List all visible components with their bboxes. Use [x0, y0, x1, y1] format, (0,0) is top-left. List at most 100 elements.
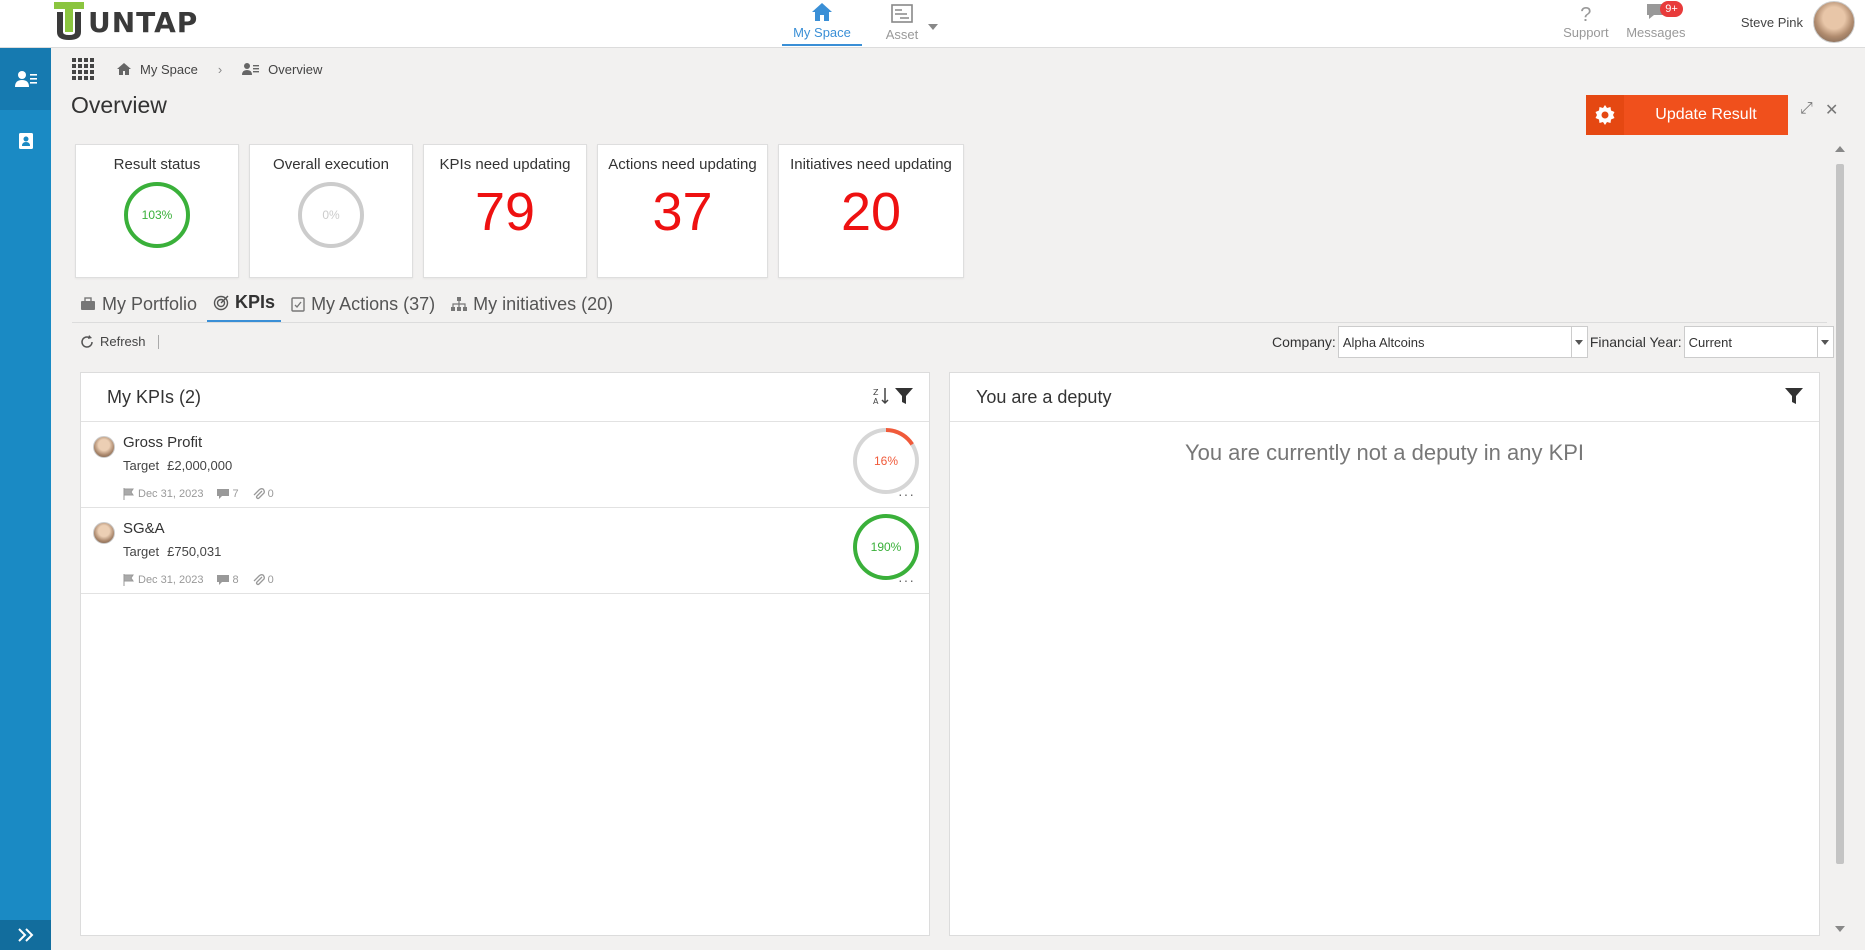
- chevron-down-icon: [1570, 327, 1587, 357]
- stat-card-overall-execution[interactable]: Overall execution 0%: [249, 144, 413, 278]
- deputy-empty-message: You are currently not a deputy in any KP…: [1184, 440, 1585, 465]
- kpi-meta: Dec 31, 2023 8 0: [123, 574, 274, 586]
- svg-text:A: A: [873, 397, 879, 405]
- refresh-button[interactable]: Refresh: [80, 334, 146, 349]
- tab-my-actions-label: My Actions (37): [311, 293, 436, 314]
- messages-badge: 9+: [1660, 1, 1683, 17]
- toolbar: Refresh: [80, 334, 159, 349]
- kpi-progress-ring: 190%: [853, 514, 919, 580]
- close-icon[interactable]: ✕: [1825, 100, 1838, 120]
- kpi-list-item[interactable]: Gross Profit Target £2,000,000 Dec 31, 20…: [81, 422, 929, 508]
- kpi-meta: Dec 31, 2023 7 0: [123, 488, 274, 500]
- user-name[interactable]: Steve Pink: [1741, 15, 1803, 30]
- scroll-up-icon[interactable]: [1835, 146, 1845, 152]
- stat-title: Initiatives need updating: [790, 156, 952, 173]
- company-select[interactable]: Alpha Altcoins: [1337, 326, 1588, 358]
- nav-asset[interactable]: Asset: [862, 0, 942, 46]
- nav-my-space[interactable]: My Space: [782, 0, 862, 46]
- logo-mark-icon: [54, 2, 84, 42]
- result-status-value: 103%: [141, 208, 173, 222]
- filter-icon[interactable]: [895, 387, 913, 410]
- update-result-label: Update Result: [1655, 106, 1757, 123]
- financial-year-value: Current: [1688, 334, 1733, 350]
- tab-my-portfolio[interactable]: My Portfolio: [74, 290, 203, 323]
- kpi-due-date: Dec 31, 2023: [138, 488, 204, 500]
- stat-card-actions-need-updating[interactable]: Actions need updating 37: [597, 144, 768, 278]
- owner-avatar: [93, 522, 115, 544]
- sidebar-item-contacts[interactable]: [0, 110, 51, 172]
- expand-icon[interactable]: ⤢: [1800, 100, 1813, 118]
- financial-year-select[interactable]: Current: [1683, 326, 1834, 358]
- messages-button[interactable]: Messages 9+: [1621, 0, 1691, 46]
- kpis-need-updating-count: 79: [474, 182, 536, 242]
- tab-kpis[interactable]: KPIs: [207, 290, 282, 323]
- tab-my-initiatives[interactable]: My initiatives (20): [445, 290, 619, 323]
- filter-icon[interactable]: [1785, 387, 1803, 410]
- more-options-icon[interactable]: ···: [898, 486, 915, 502]
- result-status-ring: 103%: [124, 182, 190, 248]
- kpi-target-value: £750,031: [167, 544, 222, 559]
- kpi-target-value: £2,000,000: [167, 458, 233, 473]
- tab-bar: My Portfolio KPIs My Actions (37) My ini…: [74, 290, 623, 323]
- double-chevron-right-icon: [17, 928, 33, 942]
- scroll-down-icon[interactable]: [1835, 926, 1845, 932]
- kpi-comment-count: 7: [232, 488, 239, 500]
- app-grid-icon[interactable]: [72, 58, 94, 80]
- company-label: Company:: [1272, 334, 1336, 350]
- kpi-progress-value: 16%: [873, 454, 899, 468]
- chevron-right-icon: ›: [217, 61, 223, 77]
- breadcrumb-home[interactable]: My Space: [116, 62, 198, 77]
- comment-icon: [217, 488, 230, 499]
- filters: Company: Alpha Altcoins Financial Year: …: [1272, 326, 1834, 358]
- kpi-progress-inner: 190%: [857, 518, 915, 576]
- actions-need-updating-count: 37: [652, 182, 713, 242]
- owner-avatar: [93, 436, 115, 458]
- deputy-header: You are a deputy: [950, 373, 1819, 422]
- gear-icon: [1586, 95, 1624, 135]
- stat-card-kpis-need-updating[interactable]: KPIs need updating 79: [423, 144, 587, 278]
- my-kpis-title: My KPIs (2): [107, 386, 202, 407]
- paperclip-icon: [253, 488, 265, 500]
- kpi-name[interactable]: Gross Profit: [123, 434, 202, 451]
- update-result-button[interactable]: Update Result: [1586, 95, 1788, 135]
- home-icon: [117, 63, 131, 75]
- kpi-target: Target £2,000,000: [123, 458, 232, 473]
- contact-card-icon: [18, 133, 33, 149]
- kpi-progress-value: 190%: [870, 540, 902, 554]
- stat-title: KPIs need updating: [439, 156, 571, 173]
- tab-my-actions[interactable]: My Actions (37): [285, 290, 441, 323]
- kpi-name[interactable]: SG&A: [123, 520, 165, 537]
- breadcrumb-current: Overview: [242, 62, 322, 77]
- nav-my-space-label: My Space: [793, 25, 851, 40]
- nav-asset-label: Asset: [885, 27, 919, 42]
- deputy-panel: You are a deputy You are currently not a…: [949, 372, 1820, 936]
- page-scrollbar[interactable]: [1834, 144, 1846, 934]
- paperclip-icon: [253, 574, 265, 586]
- support-button[interactable]: ? Support: [1551, 0, 1621, 46]
- scrollbar-thumb[interactable]: [1836, 164, 1844, 864]
- stat-card-result-status[interactable]: Result status 103%: [75, 144, 239, 278]
- user-avatar[interactable]: [1813, 1, 1855, 43]
- kpi-list-item[interactable]: SG&A Target £750,031 Dec 31, 2023 8 0 190…: [81, 508, 929, 594]
- my-kpis-panel: My KPIs (2) ZA Gross Profit Target £2,000…: [80, 372, 930, 936]
- svg-text:Z: Z: [873, 388, 879, 397]
- top-right-utilities: ? Support Messages 9+ Steve Pink: [1551, 0, 1865, 46]
- sidebar-expand-button[interactable]: [0, 920, 51, 950]
- app-logo[interactable]: UNTAP: [54, 2, 198, 42]
- toolbar-divider: [157, 334, 159, 349]
- breadcrumb-current-label: Overview: [268, 61, 323, 77]
- home-icon: [810, 1, 834, 25]
- sort-icon[interactable]: ZA: [873, 387, 889, 410]
- sidebar-item-my-space[interactable]: [0, 48, 51, 110]
- kpi-attachment-count: 0: [267, 488, 274, 500]
- briefcase-icon: [81, 297, 95, 310]
- company-value: Alpha Altcoins: [1342, 334, 1425, 350]
- more-options-icon[interactable]: ···: [898, 572, 915, 588]
- kpi-comment-count: 8: [232, 574, 239, 586]
- top-bar: UNTAP My Space Asset ? Support Messages: [0, 0, 1865, 48]
- overall-execution-ring: 0%: [298, 182, 364, 248]
- breadcrumb: My Space › Overview: [72, 58, 322, 80]
- kpi-attachment-count: 0: [267, 574, 274, 586]
- chevron-down-icon: [1816, 327, 1833, 357]
- stat-card-initiatives-need-updating[interactable]: Initiatives need updating 20: [778, 144, 964, 278]
